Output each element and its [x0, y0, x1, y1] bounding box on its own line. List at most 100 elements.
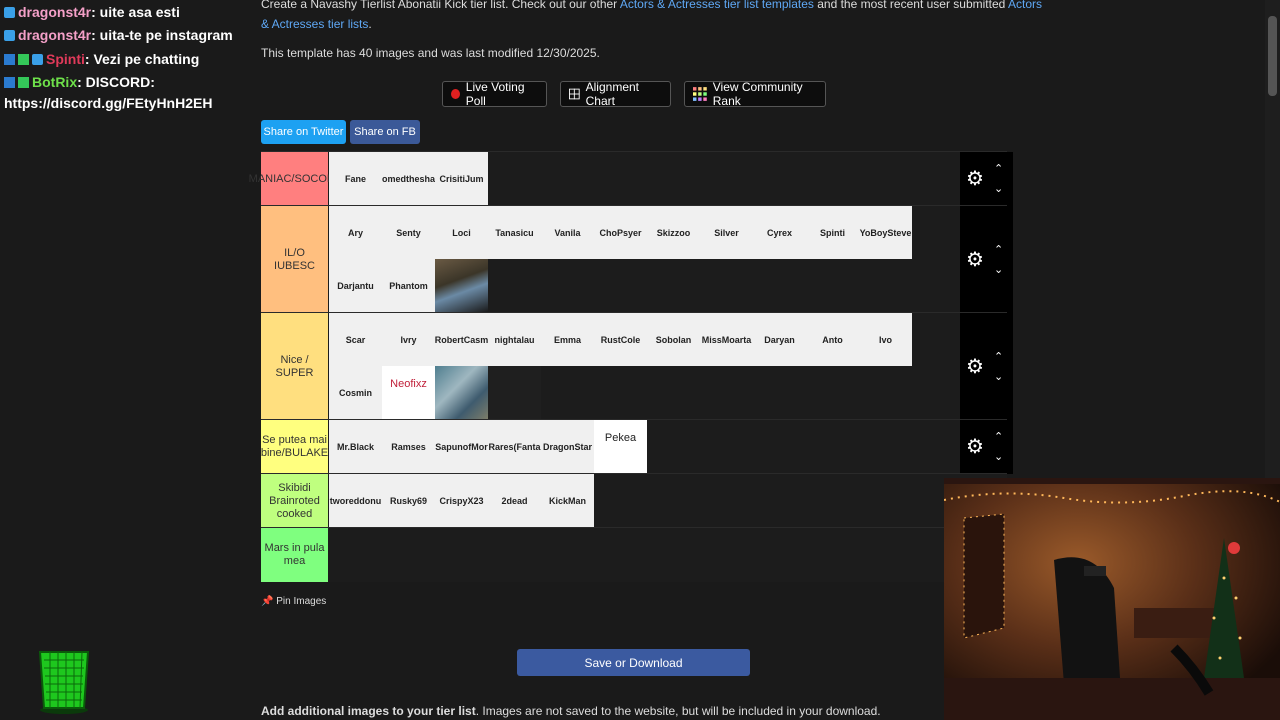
moderator-badge-icon	[4, 77, 15, 88]
chevron-down-icon[interactable]: ⌄	[994, 371, 1003, 382]
tier-item[interactable]: Phantom	[382, 259, 435, 312]
tier-item[interactable]: Anto	[806, 313, 859, 366]
tier-item[interactable]: Sobolan	[647, 313, 700, 366]
chevron-up-icon[interactable]: ⌃	[994, 432, 1003, 443]
tier-label[interactable]: MANIAC/SOCOLA	[249, 152, 340, 206]
tier-item[interactable]: Scar	[329, 313, 382, 366]
tier-item[interactable]: Ary	[329, 206, 382, 259]
tier-item[interactable]: KickMan	[541, 474, 594, 527]
live-voting-button[interactable]: Live Voting Poll	[442, 80, 547, 108]
tier-label[interactable]: Se putea mai bine/BULAKE	[261, 420, 328, 474]
tier-label[interactable]: Skibidi Brainroted cooked	[261, 474, 328, 528]
tier-item[interactable]: Vanila	[541, 206, 594, 259]
tier-item[interactable]: Ivo	[859, 313, 912, 366]
chevron-down-icon[interactable]: ⌄	[994, 452, 1003, 463]
chat-message: BotRix: DISCORD:	[4, 74, 155, 90]
chat-text: : uita-te pe instagram	[91, 27, 233, 43]
tier-item[interactable]: Emma	[541, 313, 594, 366]
tier-item[interactable]: Silver	[700, 206, 753, 259]
tier-item[interactable]: DragonStar	[541, 420, 594, 473]
tier-item[interactable]: nightalau	[488, 313, 541, 366]
tier-label[interactable]: Mars in pula mea	[261, 528, 328, 582]
hex-cup-icon	[38, 651, 90, 714]
subscriber-badge-icon	[18, 54, 29, 65]
share-twitter-button[interactable]: Share on Twitter	[261, 120, 346, 144]
gear-icon[interactable]: ⚙	[966, 250, 984, 270]
gear-icon[interactable]: ⚙	[966, 357, 984, 377]
tier-label[interactable]: Nice / SUPER	[261, 313, 328, 420]
tier-item[interactable]: Rusky69	[382, 474, 435, 527]
intro-text: Create a Navashy Tierlist Abonatii Kick …	[261, 0, 1042, 34]
tier-controls: ⚙ ⌃ ⌄	[960, 420, 1013, 474]
tier-row: Nice / SUPER Scar Ivry RobertCasm nightalau E…	[261, 312, 1013, 420]
tier-item[interactable]: 2dead	[488, 474, 541, 527]
tier-item[interactable]: ChoPsyer	[594, 206, 647, 259]
tier-controls: ⚙ ⌃ ⌄	[960, 313, 1013, 420]
tier-item[interactable]: Cosmin	[329, 366, 382, 419]
tier-item[interactable]: Ramses	[382, 420, 435, 473]
scroll-thumb[interactable]	[1268, 16, 1277, 96]
tier-item[interactable]: Daryan	[753, 313, 806, 366]
live-voting-label: Live Voting Poll	[465, 80, 525, 108]
color-grid-icon	[693, 87, 707, 101]
tier-item[interactable]	[435, 259, 488, 312]
intro-end: .	[368, 17, 372, 31]
chat-message: dragonst4r: uite asa esti	[4, 4, 180, 20]
tier-item[interactable]: CrisitiJum	[435, 152, 488, 205]
tier-item[interactable]: Fane	[329, 152, 382, 205]
template-info: This template has 40 images and was last…	[261, 46, 600, 60]
chevron-down-icon[interactable]: ⌄	[994, 264, 1003, 275]
community-rank-button[interactable]: View Community Rank	[684, 80, 826, 108]
tier-item[interactable]	[435, 366, 488, 419]
user-lists-link-cont[interactable]: & Actresses tier lists	[261, 17, 368, 31]
user-lists-link[interactable]: Actors	[1008, 0, 1042, 11]
tier-item[interactable]: RobertCasm	[435, 313, 488, 366]
chevron-up-icon[interactable]: ⌃	[994, 351, 1003, 362]
tier-item[interactable]: YoBoySteve	[859, 206, 912, 259]
chat-link[interactable]: https://discord.gg/FEtyHnH2EH	[4, 95, 212, 111]
moderator-badge-icon	[4, 54, 15, 65]
share-fb-button[interactable]: Share on FB	[350, 120, 420, 144]
tier-row: IL/O IUBESC Ary Senty Loci Tanasicu Vanila Cho…	[261, 205, 1013, 313]
tier-item[interactable]: Rares(Fanta	[488, 420, 541, 473]
tier-item[interactable]: Skizzoo	[647, 206, 700, 259]
alignment-chart-button[interactable]: Alignment Chart	[560, 80, 671, 108]
save-download-button[interactable]: Save or Download	[517, 649, 750, 676]
tier-item[interactable]	[488, 366, 541, 419]
pin-label: Pin Images	[276, 596, 327, 607]
chevron-up-icon[interactable]: ⌃	[994, 164, 1003, 175]
tier-item[interactable]: MissMoarta	[700, 313, 753, 366]
add-images-text: Add additional images to your tier list.…	[261, 704, 881, 718]
chat-text: : DISCORD:	[77, 74, 155, 90]
tier-controls: ⚙ ⌃ ⌄	[960, 206, 1013, 313]
tier-item[interactable]: Loci	[435, 206, 488, 259]
tier-item[interactable]: Darjantu	[329, 259, 382, 312]
tier-item[interactable]: SapunofMor	[435, 420, 488, 473]
tier-item[interactable]: tworeddonu	[329, 474, 382, 527]
tier-controls: ⚙ ⌃ ⌄	[960, 152, 1013, 206]
tier-label[interactable]: IL/O IUBESC	[261, 206, 328, 313]
verified-badge-icon	[18, 77, 29, 88]
templates-link[interactable]: Actors & Actresses tier list templates	[620, 0, 814, 11]
tier-item[interactable]: CrispyX23	[435, 474, 488, 527]
gear-icon[interactable]: ⚙	[966, 437, 984, 457]
tier-item[interactable]: Spinti	[806, 206, 859, 259]
pin-images-toggle[interactable]: 📌 Pin Images	[261, 596, 326, 607]
community-label: View Community Rank	[712, 80, 803, 108]
tier-item[interactable]: Mr.Black	[329, 420, 382, 473]
chat-username: Spinti	[46, 51, 85, 67]
tier-item[interactable]: omedthesha	[382, 152, 435, 205]
tier-item[interactable]: Ivry	[382, 313, 435, 366]
tier-item[interactable]: Tanasicu	[488, 206, 541, 259]
chat-message: dragonst4r: uita-te pe instagram	[4, 27, 233, 43]
alignment-label: Alignment Chart	[585, 80, 640, 108]
tier-item[interactable]: Cyrex	[753, 206, 806, 259]
tier-item[interactable]: Pekea	[594, 420, 647, 473]
tier-item[interactable]: Neofixz	[382, 366, 435, 419]
intro-mid: and the most recent user submitted	[813, 0, 1008, 11]
chevron-up-icon[interactable]: ⌃	[994, 244, 1003, 255]
gear-icon[interactable]: ⚙	[966, 169, 984, 189]
tier-item[interactable]: RustCole	[594, 313, 647, 366]
tier-item[interactable]: Senty	[382, 206, 435, 259]
chevron-down-icon[interactable]: ⌄	[994, 184, 1003, 195]
